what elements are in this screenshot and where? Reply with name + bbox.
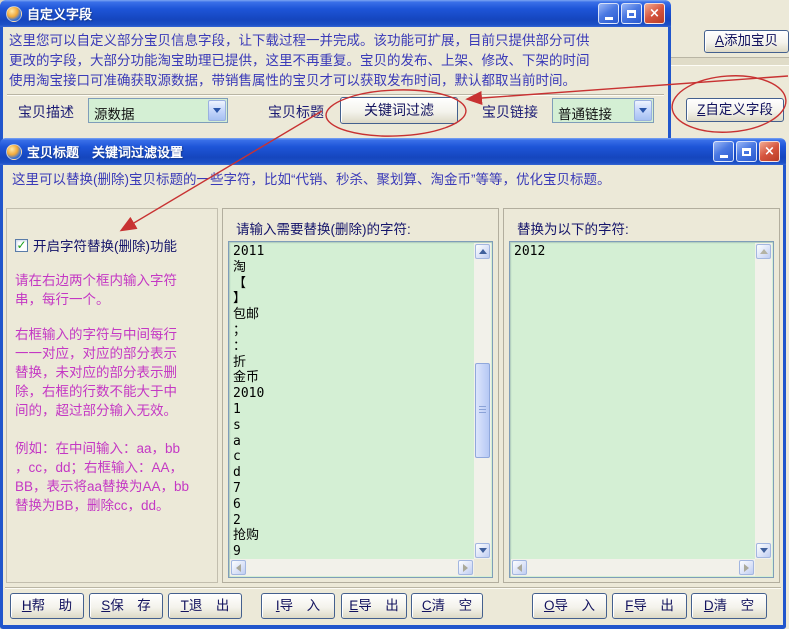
item-title-label: 宝贝标题 bbox=[268, 102, 324, 122]
item-description-label: 宝贝描述 bbox=[18, 102, 74, 122]
replace-target-label: 替换为以下的字符: bbox=[517, 218, 629, 238]
app-icon bbox=[6, 144, 22, 160]
scroll-up-icon[interactable] bbox=[475, 244, 490, 259]
scroll-right-icon[interactable] bbox=[458, 560, 473, 575]
import-source-button[interactable]: I导 入 bbox=[261, 593, 335, 619]
item-link-select[interactable]: 普通链接 bbox=[552, 98, 654, 123]
item-description-select[interactable]: 源数据 bbox=[88, 98, 228, 123]
keyword-filter-button[interactable]: 关键词过滤 bbox=[340, 97, 458, 124]
clear-target-button[interactable]: D清 空 bbox=[691, 593, 767, 619]
scroll-down-icon[interactable] bbox=[475, 543, 490, 558]
instructions-panel: ✓ 开启字符替换(删除)功能 请在右边两个框内输入字符 串，每行一个。 右框输入… bbox=[6, 208, 218, 583]
import-target-button[interactable]: O导 入 bbox=[532, 593, 607, 619]
window1-description: 这里您可以自定义部分宝贝信息字段，让下载过程一并完成。该功能可扩展，目前只提供部… bbox=[9, 31, 657, 91]
window2-description: 这里可以替换(删除)宝贝标题的一些字符，比如“代销、秒杀、聚划算、淘金币”等等，… bbox=[12, 168, 777, 188]
window1-titlebar: 自定义字段 × bbox=[0, 0, 671, 27]
scroll-up-icon[interactable] bbox=[756, 244, 771, 259]
scroll-left-icon[interactable] bbox=[231, 560, 246, 575]
horizontal-scrollbar[interactable] bbox=[230, 559, 474, 576]
replace-source-label: 请输入需要替换(删除)的字符: bbox=[236, 218, 411, 238]
window1-title: 自定义字段 bbox=[27, 4, 593, 23]
maximize-icon[interactable] bbox=[736, 141, 757, 162]
export-target-button[interactable]: F导 出 bbox=[612, 593, 687, 619]
instruction-paragraph: 右框输入的字符与中间每行 一一对应，对应的部分表示 替换，未对应的部分表示删 除… bbox=[15, 325, 177, 420]
export-source-button[interactable]: E导 出 bbox=[341, 593, 407, 619]
exit-button[interactable]: T退 出 bbox=[168, 593, 242, 619]
app-icon bbox=[6, 6, 22, 22]
enable-replace-label: 开启字符替换(删除)功能 bbox=[33, 235, 177, 255]
background-divider bbox=[665, 57, 789, 66]
chevron-down-icon[interactable] bbox=[208, 100, 226, 121]
save-button[interactable]: S保 存 bbox=[89, 593, 163, 619]
checkbox-checked-icon[interactable]: ✓ bbox=[15, 239, 28, 252]
close-icon[interactable]: × bbox=[644, 3, 665, 24]
close-icon[interactable]: × bbox=[759, 141, 780, 162]
maximize-icon[interactable] bbox=[621, 3, 642, 24]
minimize-icon[interactable] bbox=[713, 141, 734, 162]
scrollbar-corner bbox=[474, 559, 491, 576]
replace-target-textarea[interactable]: 2012 bbox=[509, 241, 774, 578]
scroll-down-icon[interactable] bbox=[756, 543, 771, 558]
clear-source-button[interactable]: C清 空 bbox=[411, 593, 483, 619]
instruction-paragraph: 请在右边两个框内输入字符 串，每行一个。 bbox=[15, 271, 177, 309]
instruction-paragraph: 例如：在中间输入：aa，bb ，cc，dd；右框输入：AA， BB，表示将aa替… bbox=[15, 439, 189, 515]
replace-source-panel: 请输入需要替换(删除)的字符: 2011 淘 【 】 包邮 ； ： 折 金币 2… bbox=[222, 208, 499, 583]
divider bbox=[5, 587, 781, 589]
window2-titlebar: 宝贝标题 关键词过滤设置 × bbox=[0, 138, 786, 165]
chevron-down-icon[interactable] bbox=[634, 100, 652, 121]
keyword-filter-settings-window: 宝贝标题 关键词过滤设置 × 这里可以替换(删除)宝贝标题的一些字符，比如“代销… bbox=[0, 138, 786, 629]
window2-title: 宝贝标题 关键词过滤设置 bbox=[27, 142, 708, 161]
replace-source-textarea[interactable]: 2011 淘 【 】 包邮 ； ： 折 金币 2010 1 s a c d 7 … bbox=[228, 241, 493, 578]
horizontal-scrollbar[interactable] bbox=[511, 559, 755, 576]
custom-fields-button[interactable]: Z自定义字段 bbox=[686, 98, 784, 122]
vertical-scrollbar[interactable] bbox=[755, 243, 772, 559]
replace-target-panel: 替换为以下的字符: 2012 bbox=[503, 208, 780, 583]
scroll-left-icon[interactable] bbox=[512, 560, 527, 575]
add-item-button[interactable]: A添加宝贝 bbox=[704, 30, 789, 53]
divider bbox=[7, 94, 664, 96]
vertical-scrollbar[interactable] bbox=[474, 243, 491, 559]
help-button[interactable]: H帮 助 bbox=[10, 593, 84, 619]
scrollbar-thumb[interactable] bbox=[475, 363, 490, 458]
enable-replace-checkbox-row[interactable]: ✓ 开启字符替换(删除)功能 bbox=[15, 235, 177, 255]
minimize-icon[interactable] bbox=[598, 3, 619, 24]
scroll-right-icon[interactable] bbox=[739, 560, 754, 575]
item-link-label: 宝贝链接 bbox=[482, 102, 538, 122]
scrollbar-corner bbox=[755, 559, 772, 576]
